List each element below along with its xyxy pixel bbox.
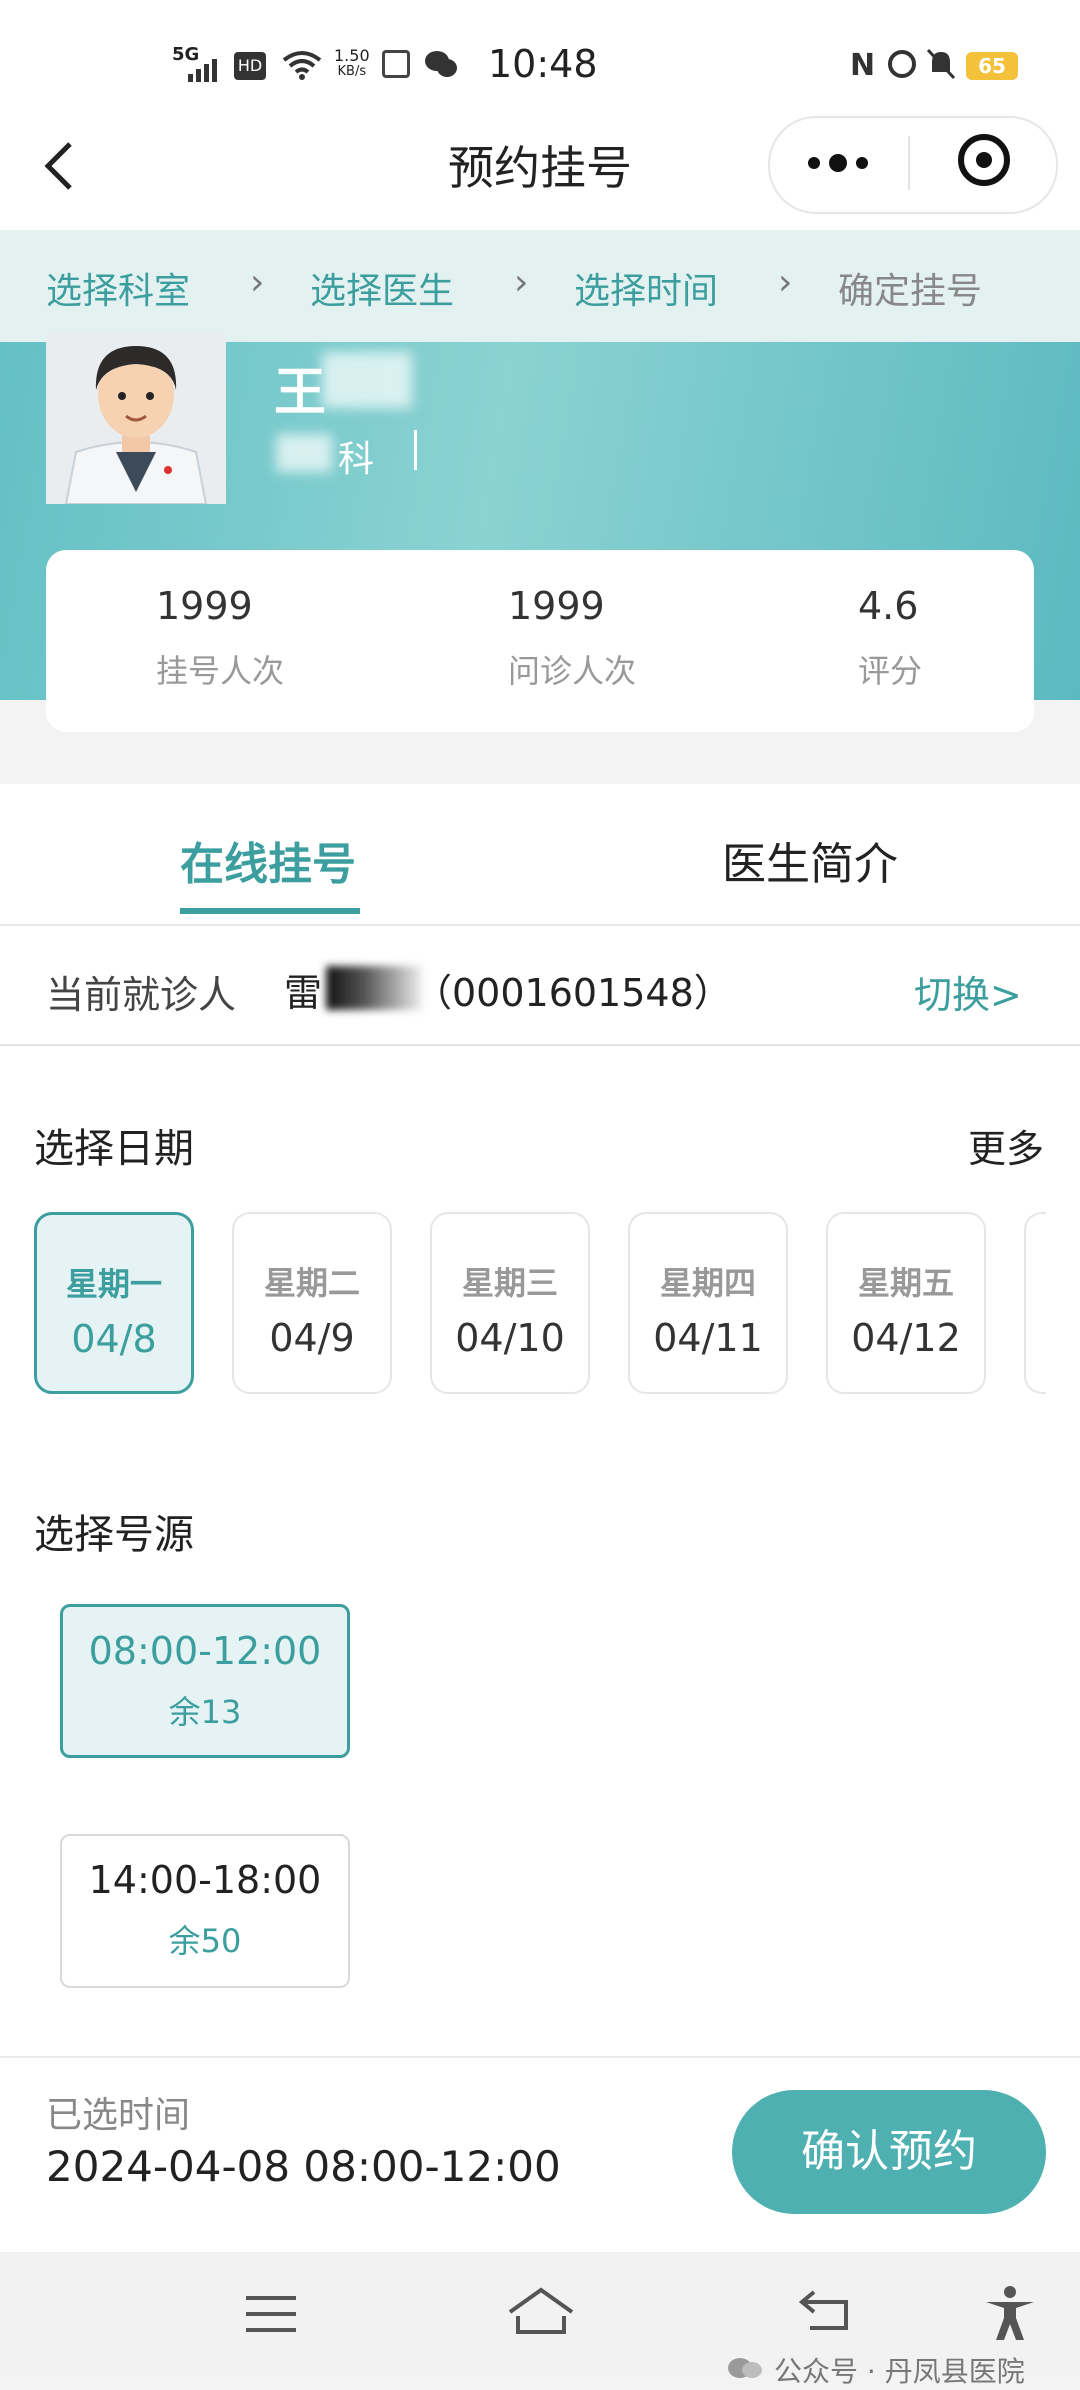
- home-icon[interactable]: [504, 2284, 574, 2344]
- date-weekday: 星期五: [857, 1264, 954, 1302]
- target-icon[interactable]: [958, 134, 1010, 186]
- date-section-title: 选择日期: [34, 1126, 194, 1172]
- doctor-name: 王: [274, 363, 327, 423]
- step-confirm: 确定挂号: [838, 271, 983, 312]
- tab-bar: [0, 784, 1080, 926]
- accessibility-icon[interactable]: [980, 2284, 1050, 2344]
- stat-label: 评分: [858, 652, 923, 690]
- step-select-department[interactable]: 选择科室: [46, 262, 190, 314]
- date-weekday: 星期三: [461, 1264, 558, 1302]
- patient-id: （0001601548）: [414, 971, 732, 1015]
- selected-time-value: 2024-04-08 08:00-12:00: [46, 2142, 561, 2191]
- date-card[interactable]: 星期四 04/11: [628, 1212, 788, 1394]
- nfc-icon: N: [850, 48, 876, 83]
- stat-label: 问诊人次: [508, 652, 637, 690]
- date-weekday: 星期一: [65, 1265, 162, 1303]
- confirm-booking-button[interactable]: 确认预约: [732, 2090, 1046, 2214]
- patient-name-blur: [326, 966, 422, 1010]
- network-speed: 1.50 KB/s: [334, 46, 370, 80]
- time-slot[interactable]: 08:00-12:00 余13: [60, 1604, 350, 1758]
- stat-value: 1999: [508, 584, 605, 628]
- date-weekday: 星期二: [263, 1264, 360, 1302]
- date-card[interactable]: 星期三 04/10: [430, 1212, 590, 1394]
- switch-patient-link[interactable]: 切换>: [914, 964, 1022, 1019]
- stat-label: 挂号人次: [156, 652, 285, 690]
- more-dots-icon[interactable]: [806, 148, 870, 182]
- date-value: 04/12: [851, 1316, 961, 1360]
- tab-online-registration[interactable]: 在线挂号: [180, 828, 356, 892]
- chevron-right-icon: ›: [514, 262, 529, 303]
- dept-blur: [276, 434, 332, 472]
- gallery-icon: [382, 50, 410, 78]
- clock-time: 10:48: [488, 42, 598, 86]
- chevron-right-icon: ›: [250, 262, 265, 303]
- date-card[interactable]: 星期一 04/8: [34, 1212, 194, 1394]
- chevron-right-icon: ›: [778, 262, 793, 303]
- hd-badge: HD: [234, 52, 266, 80]
- date-card-partial[interactable]: [1024, 1212, 1046, 1394]
- name-blur: [322, 352, 412, 408]
- slot-time: 08:00-12:00: [88, 1629, 322, 1673]
- slot-remaining: 余13: [168, 1693, 242, 1731]
- stat-value: 4.6: [858, 584, 919, 628]
- date-weekday: 星期四: [659, 1264, 756, 1302]
- selected-time-label: 已选时间: [46, 2095, 191, 2136]
- wifi-icon: [282, 50, 322, 84]
- dept-divider: [414, 430, 417, 470]
- capsule-divider: [908, 136, 910, 190]
- time-slot[interactable]: 14:00-18:00 余50: [60, 1834, 350, 1988]
- date-value: 04/10: [455, 1316, 565, 1360]
- doctor-department: 科: [338, 439, 375, 480]
- alarm-icon: [888, 50, 916, 78]
- slot-section-title: 选择号源: [34, 1512, 194, 1558]
- patient-name: 雷: [284, 971, 323, 1015]
- date-card[interactable]: 星期五 04/12: [826, 1212, 986, 1394]
- date-value: 04/9: [269, 1316, 355, 1360]
- step-select-time[interactable]: 选择时间: [574, 262, 718, 314]
- tab-doctor-profile[interactable]: 医生简介: [722, 828, 898, 892]
- battery-indicator: 65: [966, 52, 1018, 80]
- slot-remaining: 余50: [168, 1922, 242, 1960]
- menu-icon[interactable]: [236, 2284, 306, 2344]
- wechat-icon: [424, 48, 458, 84]
- watermark-text: 公众号 · 丹凤县医院: [774, 2355, 1025, 2388]
- stats-card: [46, 550, 1034, 732]
- back-icon[interactable]: [790, 2284, 860, 2344]
- avatar: [46, 332, 226, 504]
- mute-icon: [926, 48, 956, 84]
- wechat-icon: [726, 2356, 766, 2384]
- stat-value: 1999: [156, 584, 253, 628]
- patient-label: 当前就诊人: [46, 973, 237, 1017]
- date-value: 04/11: [653, 1316, 763, 1360]
- date-card[interactable]: 星期二 04/9: [232, 1212, 392, 1394]
- step-select-doctor[interactable]: 选择医生: [310, 262, 454, 314]
- slot-time: 14:00-18:00: [88, 1858, 322, 1902]
- date-value: 04/8: [71, 1317, 157, 1361]
- tab-active-indicator: [180, 908, 360, 914]
- signal-icon: [186, 58, 220, 86]
- more-dates-link[interactable]: 更多: [968, 1118, 1044, 1173]
